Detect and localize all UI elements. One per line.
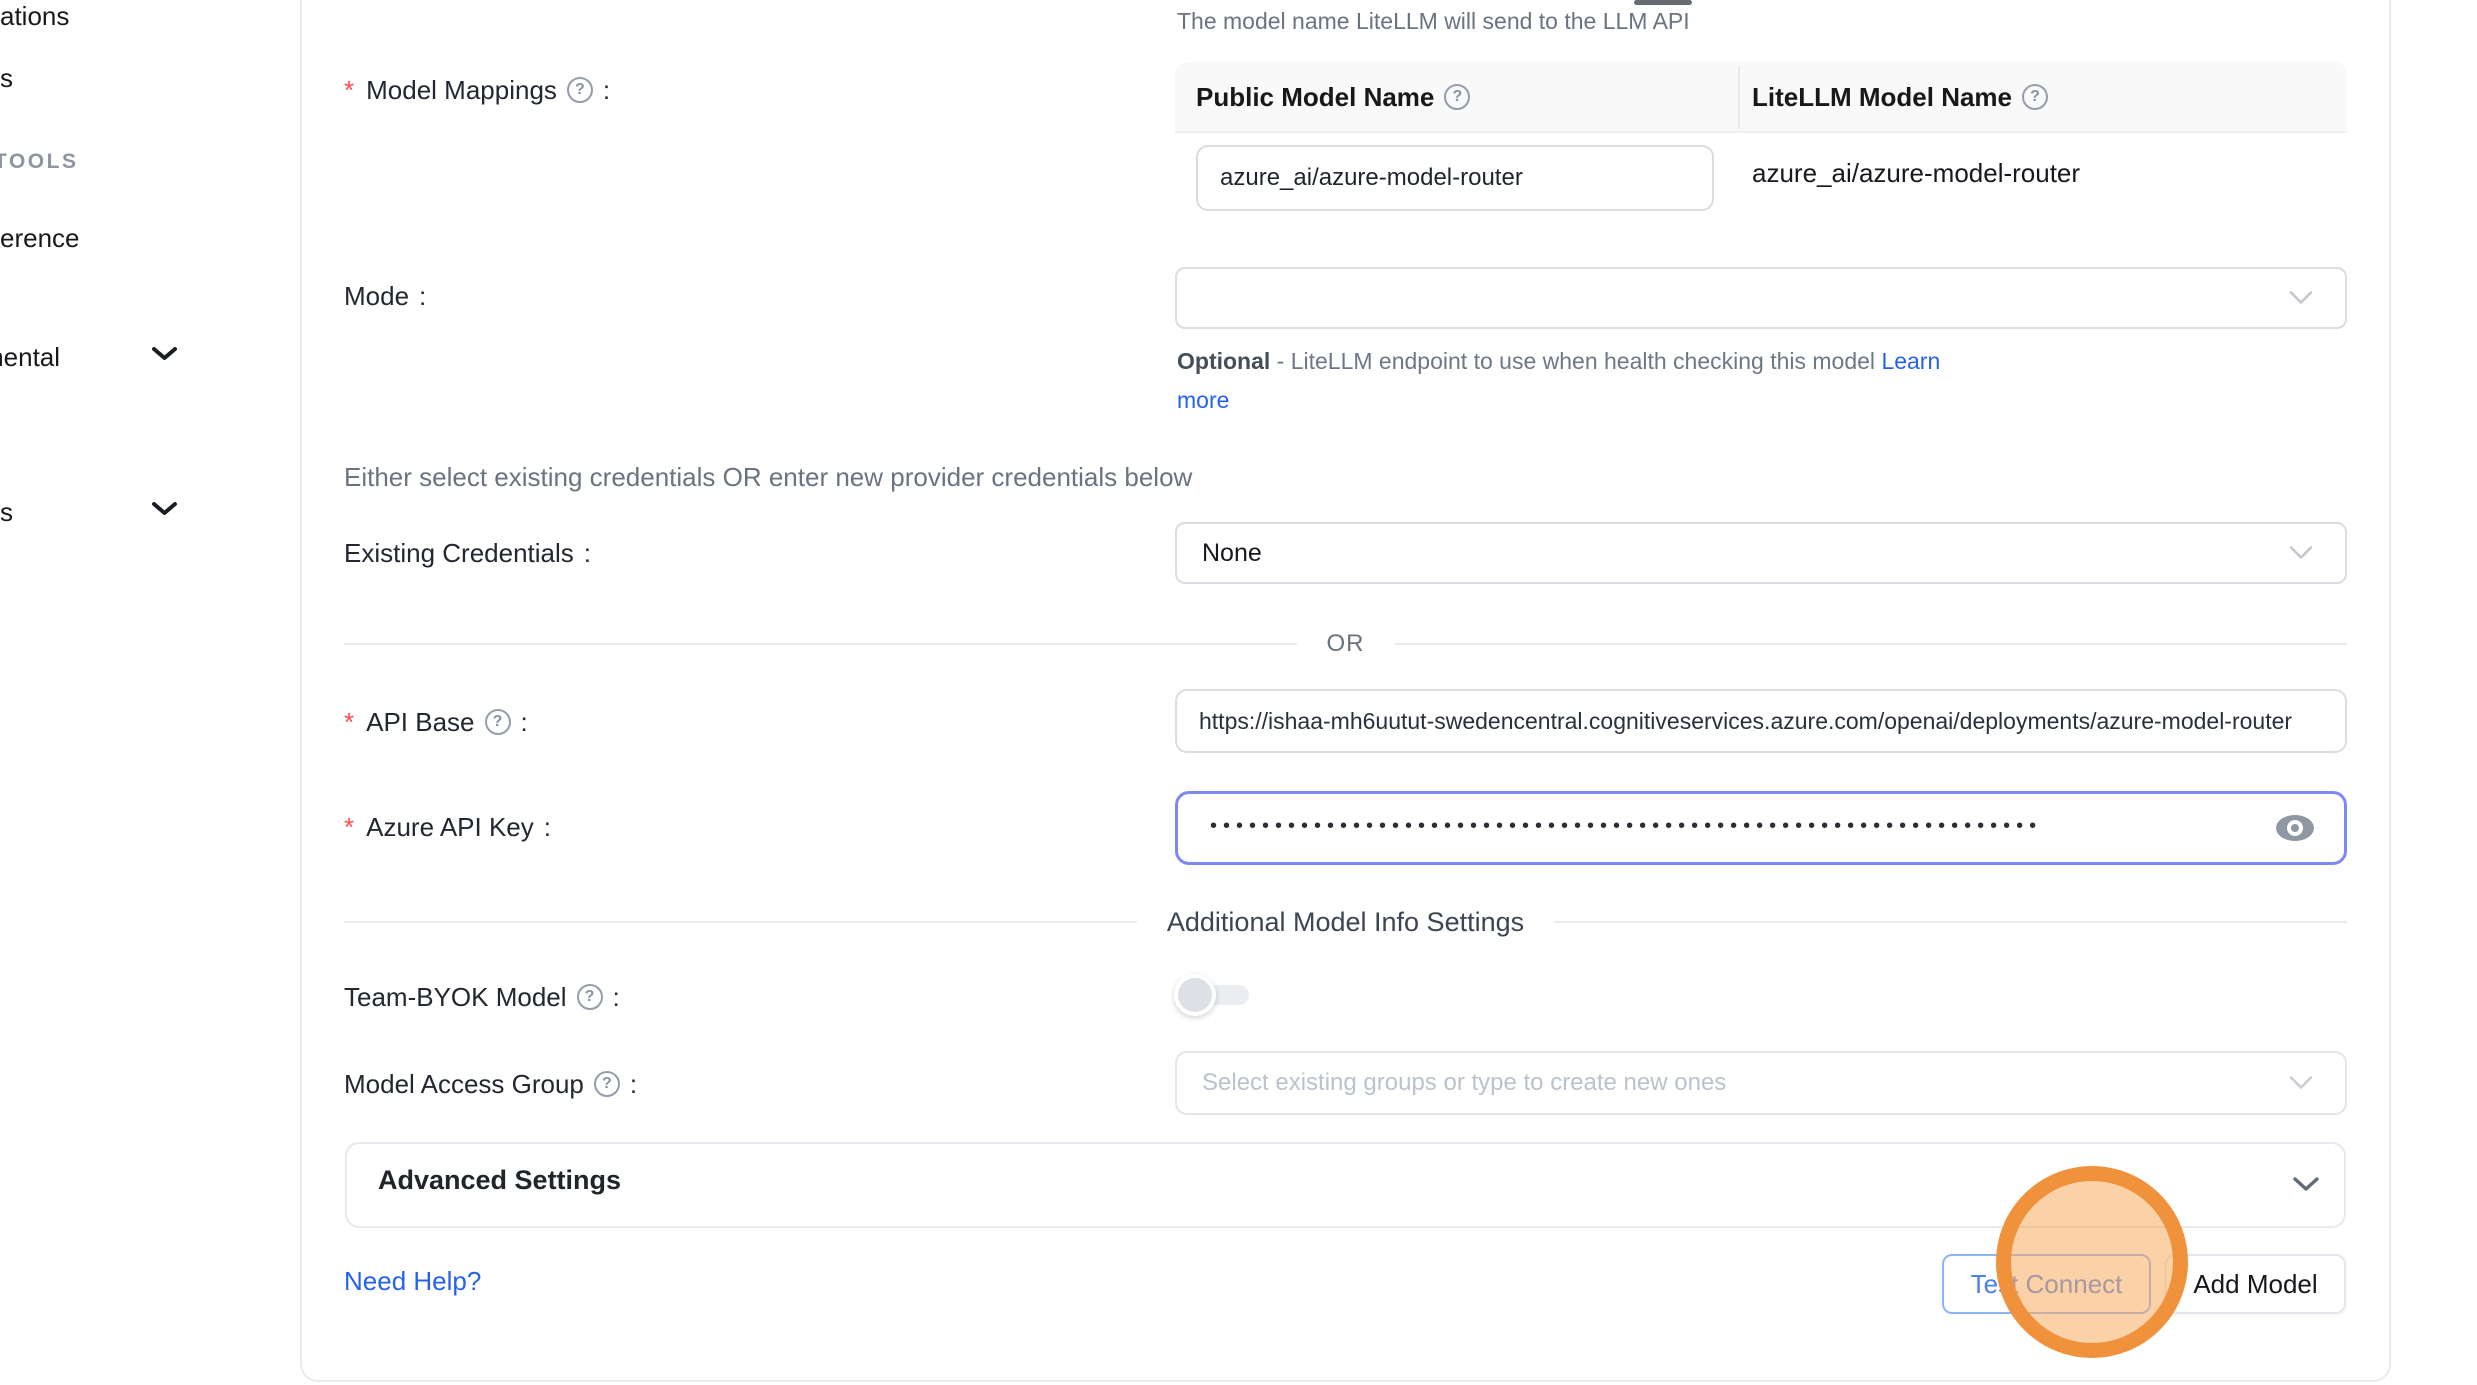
chevron-down-icon — [2289, 1076, 2313, 1091]
api-base-input[interactable]: https://ishaa-mh6uutut-swedencentral.cog… — [1175, 689, 2347, 753]
team-byok-label: Team-BYOK Model : — [344, 977, 620, 1017]
chevron-down-icon — [151, 345, 178, 363]
learn-more-link[interactable]: Learn — [1881, 348, 1940, 374]
sidebar-item-settings[interactable]: s — [0, 492, 13, 532]
eye-icon[interactable] — [2274, 812, 2316, 844]
chevron-down-icon[interactable] — [2292, 1176, 2320, 1193]
sidebar-item-organizations[interactable]: ations — [0, 0, 69, 36]
mode-help-text-line2: more — [1177, 387, 1229, 414]
cut-off-element — [1634, 0, 1692, 5]
sidebar-item-label: ations — [0, 1, 69, 32]
column-header-litellm-model-name: LiteLLM Model Name — [1752, 77, 2048, 117]
required-asterisk: * — [344, 75, 354, 106]
azure-api-key-input[interactable]: ••••••••••••••••••••••••••••••••••••••••… — [1175, 791, 2347, 865]
azure-api-key-label: * Azure API Key : — [344, 807, 551, 847]
question-circle-icon[interactable] — [577, 984, 603, 1010]
add-model-page: ations s TOOLS erence mental s The model… — [0, 0, 2477, 1385]
additional-info-divider: Additional Model Info Settings — [344, 906, 2347, 938]
question-circle-icon[interactable] — [594, 1071, 620, 1097]
sidebar-section-label: TOOLS — [0, 150, 78, 174]
public-model-name-input[interactable]: azure_ai/azure-model-router — [1196, 145, 1714, 211]
model-mappings-label: * Model Mappings : — [344, 70, 610, 110]
required-asterisk: * — [344, 812, 354, 843]
model-access-group-select[interactable]: Select existing groups or type to create… — [1175, 1051, 2347, 1115]
question-circle-icon[interactable] — [1444, 84, 1470, 110]
additional-info-divider-text: Additional Model Info Settings — [1137, 907, 1554, 938]
learn-more-link[interactable]: more — [1177, 387, 1229, 413]
sidebar-item-label: s — [0, 497, 13, 528]
column-header-public-model-name: Public Model Name — [1196, 77, 1470, 117]
existing-credentials-label: Existing Credentials : — [344, 533, 591, 573]
masked-password-value: ••••••••••••••••••••••••••••••••••••••••… — [1210, 815, 2042, 838]
advanced-settings-title: Advanced Settings — [378, 1165, 621, 1196]
question-circle-icon[interactable] — [567, 77, 593, 103]
mode-label: Mode : — [344, 276, 426, 316]
table-column-divider — [1738, 66, 1740, 129]
sidebar-item-1[interactable]: s — [0, 58, 13, 98]
chevron-down-icon — [151, 500, 178, 518]
chevron-down-icon — [2289, 291, 2313, 306]
chevron-down-icon — [2289, 546, 2313, 561]
question-circle-icon[interactable] — [485, 709, 511, 735]
credentials-note: Either select existing credentials OR en… — [344, 462, 1192, 493]
sidebar-item-experimental[interactable]: mental — [0, 337, 60, 377]
or-divider: OR — [344, 629, 2347, 659]
or-divider-text: OR — [1297, 630, 1395, 658]
model-access-group-label: Model Access Group : — [344, 1064, 637, 1104]
advanced-settings-panel[interactable] — [345, 1142, 2346, 1228]
add-model-button[interactable]: Add Model — [2165, 1254, 2346, 1314]
mode-help-text: Optional - LiteLLM endpoint to use when … — [1177, 348, 1940, 375]
sidebar-section-tools: TOOLS — [0, 147, 78, 177]
test-connect-button[interactable]: Test Connect — [1942, 1254, 2151, 1314]
question-circle-icon[interactable] — [2022, 84, 2048, 110]
api-base-label: * API Base : — [344, 702, 528, 742]
existing-credentials-select[interactable]: None — [1175, 522, 2347, 584]
sidebar-item-api-reference[interactable]: erence — [0, 218, 80, 258]
team-byok-toggle-knob[interactable] — [1174, 974, 1216, 1016]
sidebar-item-label: mental — [0, 342, 60, 373]
model-name-helper-text: The model name LiteLLM will send to the … — [1177, 8, 1690, 35]
required-asterisk: * — [344, 707, 354, 738]
need-help-link[interactable]: Need Help? — [344, 1266, 481, 1297]
litellm-model-name-value: azure_ai/azure-model-router — [1752, 158, 2080, 189]
mode-select[interactable] — [1175, 267, 2347, 329]
sidebar-item-label: erence — [0, 223, 80, 254]
model-access-group-placeholder: Select existing groups or type to create… — [1202, 1069, 1726, 1097]
sidebar-item-label: s — [0, 63, 13, 94]
